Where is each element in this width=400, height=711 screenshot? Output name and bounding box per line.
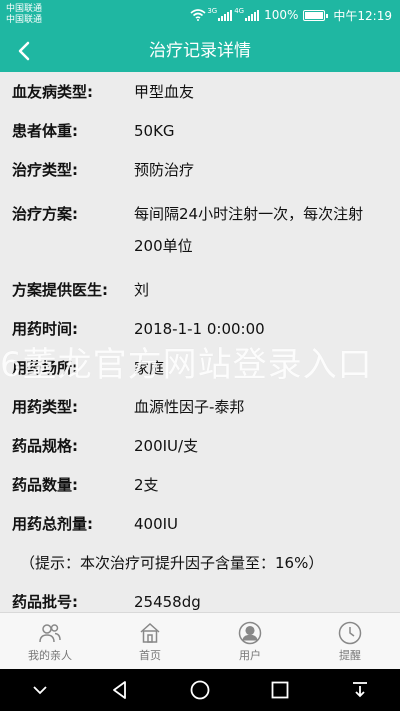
system-navigation-bar: [0, 669, 400, 711]
tab-label: 用户: [239, 649, 261, 662]
field-value: 预防治疗: [134, 161, 195, 179]
field-row: 治疗方案: 每间隔24小时注射一次，每次注射200单位: [0, 189, 400, 270]
clock-icon: [338, 621, 362, 645]
chevron-down-icon[interactable]: [29, 679, 51, 701]
family-icon: [39, 624, 61, 643]
network-type-1: 3G: [207, 7, 218, 15]
back-triangle-icon[interactable]: [109, 679, 131, 701]
field-label: 治疗方案:: [12, 205, 78, 223]
field-value: 2018-1-1 0:00:00: [134, 319, 265, 338]
field-label: 药品规格:: [12, 437, 78, 455]
home-icon: [140, 622, 160, 643]
field-value: 200IU/支: [134, 437, 199, 455]
field-row: 血友病类型: 甲型血友: [0, 72, 400, 111]
field-value: 2支: [134, 476, 159, 494]
bottom-tab-bar: 我的亲人 首页 用户 提醒: [0, 612, 400, 669]
carrier-1: 中国联通: [6, 4, 43, 14]
field-label: 用药时间:: [12, 320, 78, 338]
field-row: 药品规格: 200IU/支: [0, 426, 400, 465]
battery-icon: [303, 9, 329, 21]
tab-home[interactable]: 首页: [100, 613, 200, 669]
chevron-left-icon[interactable]: [12, 38, 38, 64]
signal-icon-2: [245, 9, 260, 21]
battery-percent: 100%: [264, 8, 299, 22]
page-title: 治疗记录详情: [149, 41, 251, 61]
field-label: 用药类型:: [12, 398, 78, 416]
field-label: 药品数量:: [12, 476, 78, 494]
field-label: 治疗类型:: [12, 161, 78, 179]
field-value: 400IU: [134, 514, 179, 533]
tab-label: 我的亲人: [28, 649, 72, 662]
field-row: 患者体重: 50KG: [0, 111, 400, 150]
recent-square-icon[interactable]: [269, 679, 291, 701]
tab-label: 首页: [139, 649, 161, 662]
wifi-icon: [190, 9, 206, 21]
field-label: 患者体重:: [12, 122, 78, 140]
field-label: 方案提供医生:: [12, 281, 108, 299]
clock-time: 中午12:19: [333, 8, 392, 23]
field-row: 用药场所: 家庭: [0, 348, 400, 387]
field-row: 用药类型: 血源性因子-泰邦: [0, 387, 400, 426]
field-label: 血友病类型:: [12, 83, 93, 101]
field-label: 用药场所:: [12, 359, 78, 377]
tab-user[interactable]: 用户: [200, 613, 300, 669]
field-row: 用药总剂量: 400IU: [0, 504, 400, 543]
app-header: 治疗记录详情: [0, 30, 400, 72]
field-value: 刘: [134, 281, 150, 299]
home-circle-icon[interactable]: [189, 679, 211, 701]
user-icon: [238, 621, 262, 645]
field-row: 方案提供医生: 刘: [0, 270, 400, 309]
factor-tip: （提示：本次治疗可提升因子含量至：16%）: [20, 554, 324, 572]
field-value: 每间隔24小时注射一次，每次注射200单位: [134, 205, 364, 255]
field-label: 药品批号:: [12, 593, 78, 611]
field-row: 用药时间: 2018-1-1 0:00:00: [0, 309, 400, 348]
signal-icon: [218, 9, 233, 21]
field-row: 药品数量: 2支: [0, 465, 400, 504]
notification-pull-icon[interactable]: [349, 679, 371, 701]
field-value: 50KG: [134, 121, 175, 140]
field-row: 治疗类型: 预防治疗: [0, 150, 400, 189]
network-type-2: 4G: [234, 7, 245, 15]
tab-family[interactable]: 我的亲人: [0, 613, 100, 669]
carrier-2: 中国联通: [6, 15, 43, 25]
field-row-batch: 药品批号: 25458dg: [0, 582, 400, 612]
field-value: 血源性因子-泰邦: [134, 398, 245, 416]
tab-reminder[interactable]: 提醒: [300, 613, 400, 669]
field-value: 家庭: [134, 359, 165, 377]
field-label: 用药总剂量:: [12, 515, 93, 533]
record-details: 血友病类型: 甲型血友 患者体重: 50KG 治疗类型: 预防治疗 治疗方案: …: [0, 72, 400, 612]
field-value: 甲型血友: [134, 83, 195, 101]
tab-label: 提醒: [339, 649, 361, 662]
field-value: 25458dg: [134, 592, 201, 611]
status-bar: 中国联通 中国联通 3G 4G 100% 中午12:19: [0, 0, 400, 30]
